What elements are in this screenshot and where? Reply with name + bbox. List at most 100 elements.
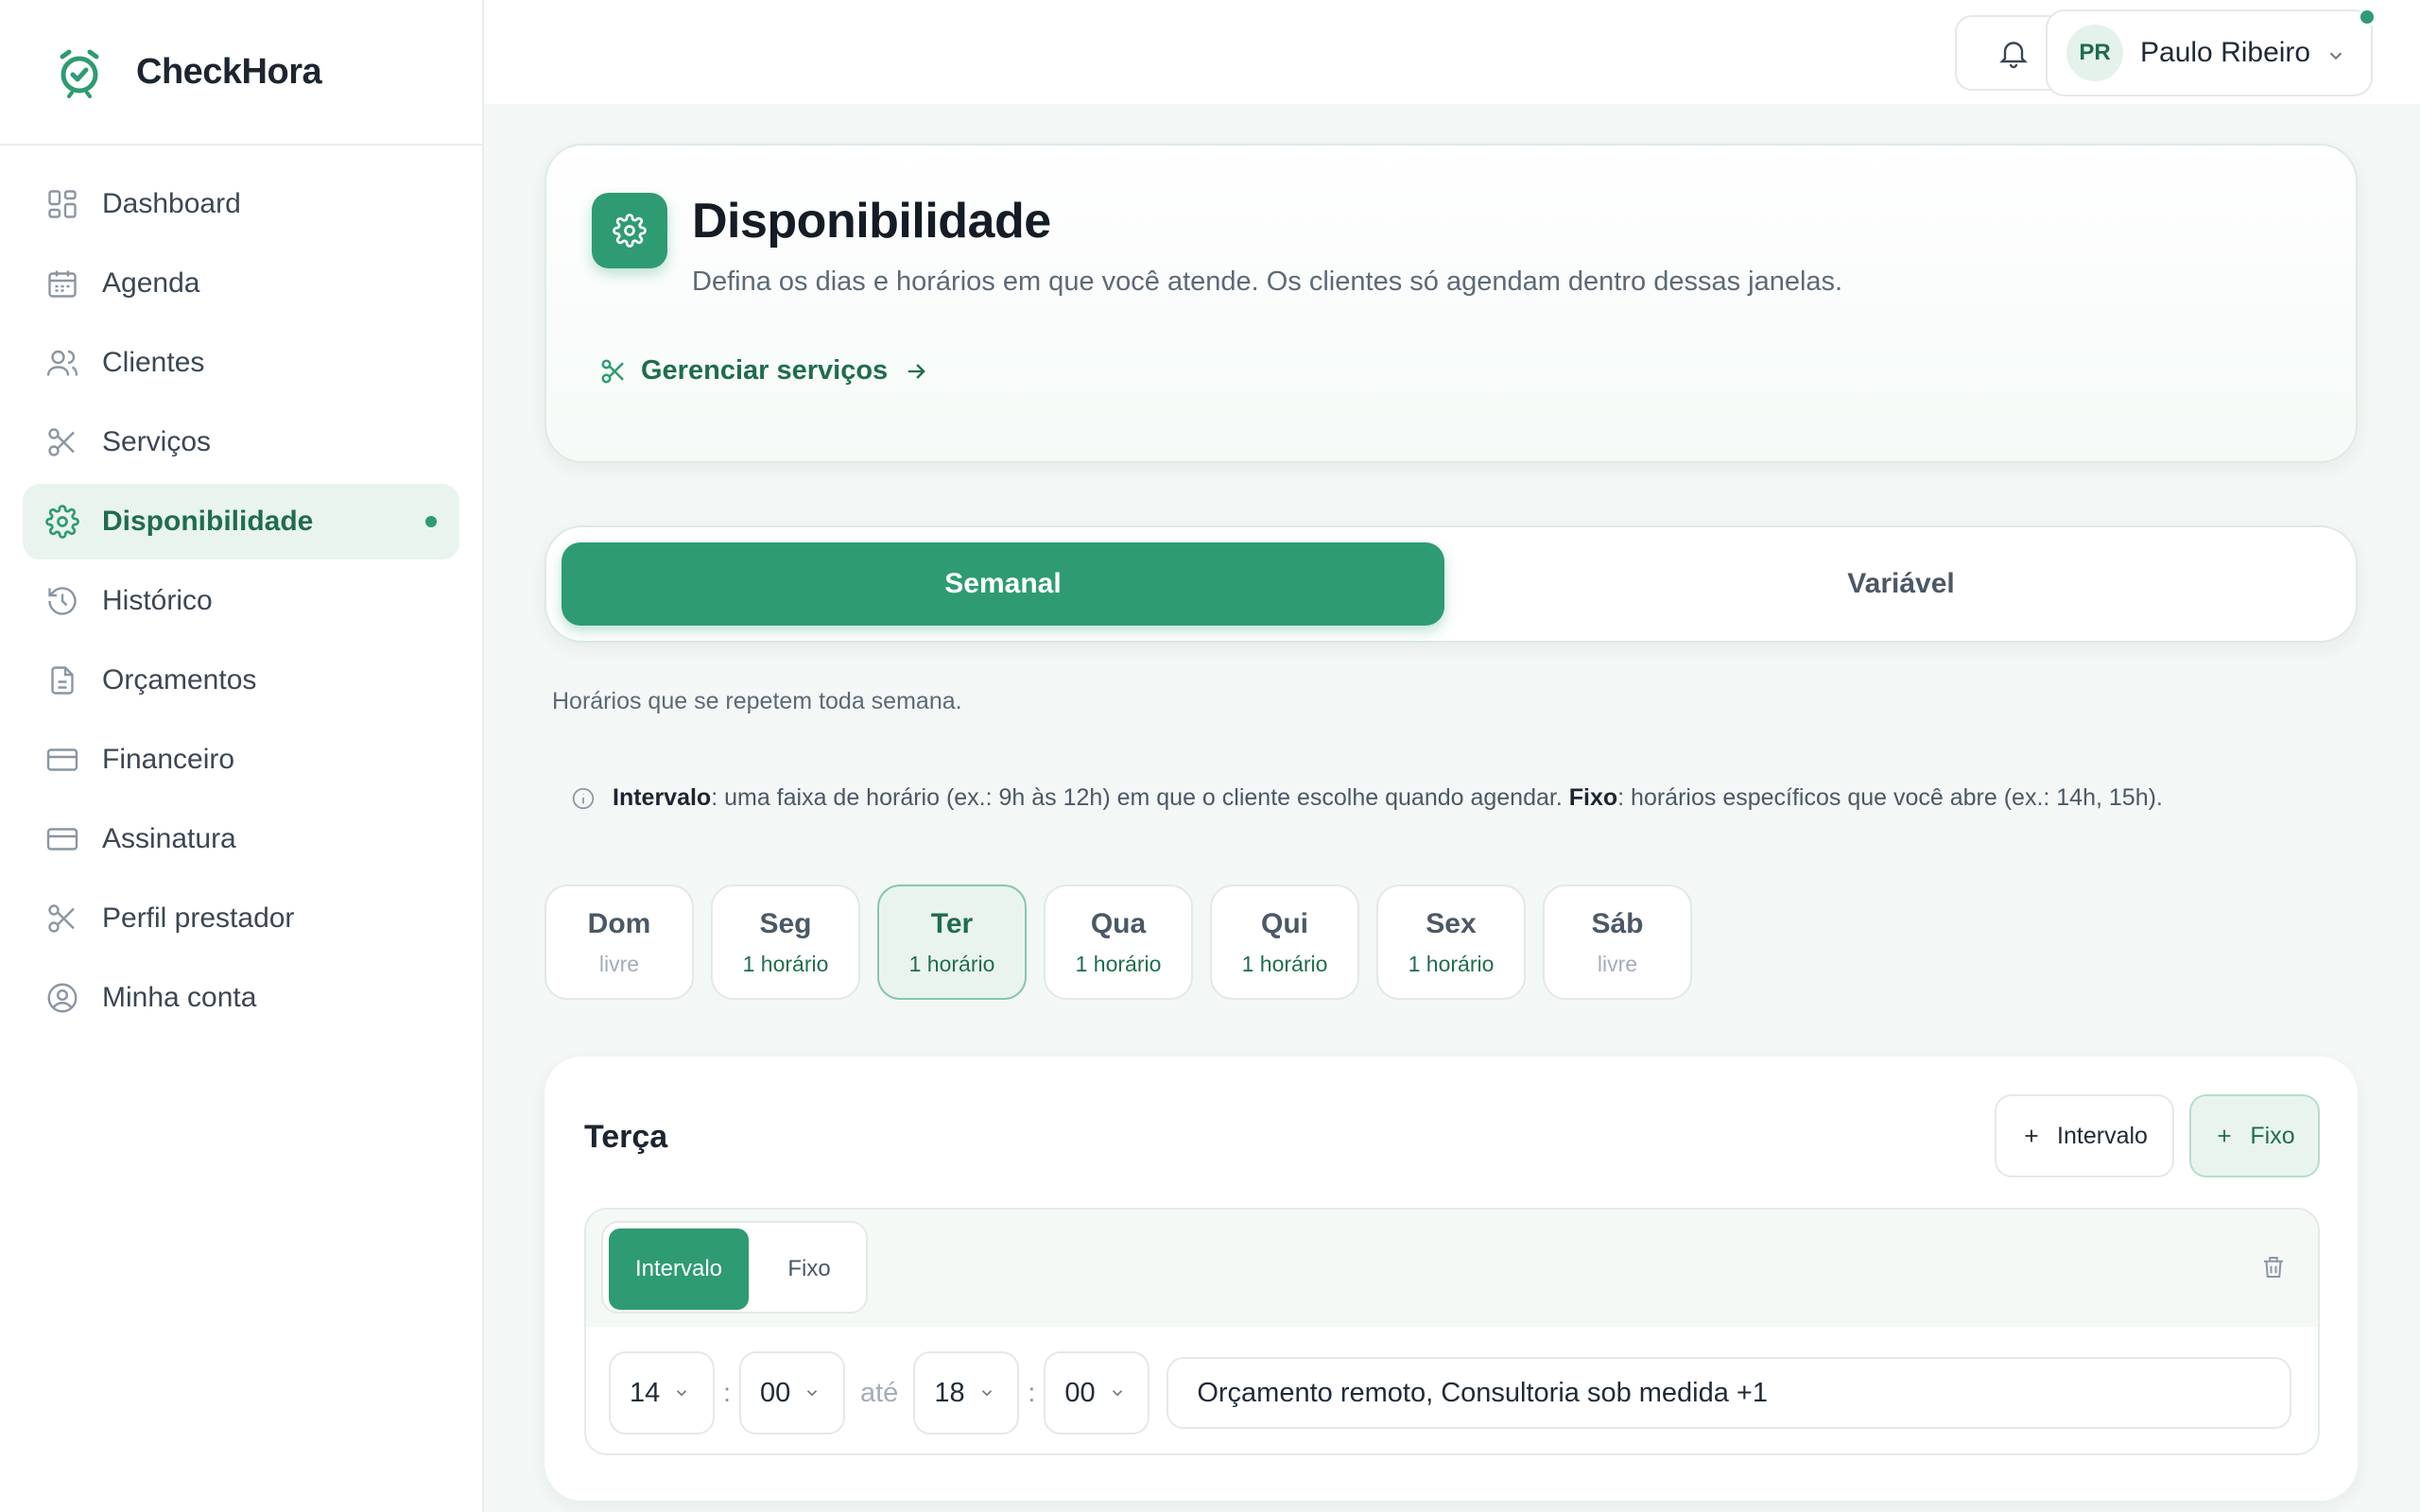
sidebar-item-label: Agenda [102, 267, 200, 299]
history-icon [45, 584, 79, 618]
time-slot-header: Intervalo Fixo [586, 1210, 2318, 1327]
sidebar-item-label: Histórico [102, 585, 213, 616]
users-icon [45, 346, 79, 380]
day-card-qui[interactable]: Qui 1 horário [1210, 885, 1359, 1000]
day-card-sex[interactable]: Sex 1 horário [1376, 885, 1526, 1000]
info-hint: Intervalo: uma faixa de horário (ex.: 9h… [571, 784, 2163, 812]
bell-icon [1996, 36, 2031, 70]
sidebar-item-historico[interactable]: Histórico [23, 563, 459, 639]
day-card-sab[interactable]: Sáb livre [1543, 885, 1692, 1000]
trash-icon[interactable] [2259, 1253, 2288, 1281]
day-status: 1 horário [1241, 951, 1328, 976]
sidebar-item-disponibilidade[interactable]: Disponibilidade [23, 484, 459, 559]
info-intervalo-text: : uma faixa de horário (ex.: 9h às 12h) … [711, 784, 1569, 811]
day-status: 1 horário [1075, 951, 1162, 976]
day-status: 1 horário [742, 951, 829, 976]
sidebar-item-label: Dashboard [102, 188, 241, 219]
range-separator: até [860, 1377, 899, 1408]
services-value: Orçamento remoto, Consultoria sob medida… [1197, 1377, 1768, 1408]
day-name: Dom [587, 907, 651, 939]
weekday-selector: Dom livre Seg 1 horário Ter 1 horário Qu… [544, 885, 1709, 1000]
end-hour-value: 18 [934, 1377, 965, 1408]
sidebar-item-financeiro[interactable]: Financeiro [23, 722, 459, 798]
end-minute-select[interactable]: 00 [1044, 1351, 1150, 1435]
sidebar-item-perfil-prestador[interactable]: Perfil prestador [23, 881, 459, 956]
sidebar-item-label: Financeiro [102, 744, 235, 775]
sidebar-item-label: Assinatura [102, 823, 236, 854]
chevron-down-icon [2325, 45, 2346, 66]
time-slot: Intervalo Fixo 14 : 00 até 18 : 00 Orçam… [584, 1208, 2320, 1455]
time-colon: : [723, 1378, 731, 1407]
tab-semanal[interactable]: Semanal [562, 542, 1444, 626]
user-menu-button[interactable]: PR Paulo Ribeiro [2046, 9, 2373, 96]
add-fixo-button[interactable]: Fixo [2189, 1094, 2320, 1177]
avatar: PR [2066, 25, 2123, 81]
credit-card-icon [45, 822, 79, 856]
page-description: Defina os dias e horários em que você at… [692, 266, 1843, 297]
grid-icon [45, 187, 79, 221]
day-card-seg[interactable]: Seg 1 horário [711, 885, 860, 1000]
sidebar-item-clientes[interactable]: Clientes [23, 325, 459, 401]
add-intervalo-button[interactable]: Intervalo [1995, 1094, 2174, 1177]
manage-services-link[interactable]: Gerenciar serviços [599, 355, 929, 387]
sidebar-item-label: Disponibilidade [102, 506, 314, 537]
sidebar-item-orcamentos[interactable]: Orçamentos [23, 643, 459, 718]
chevron-down-icon [790, 1384, 821, 1401]
sidebar-item-label: Serviços [102, 426, 212, 457]
day-name: Qui [1261, 907, 1308, 939]
user-circle-icon [45, 981, 79, 1015]
add-fixo-label: Fixo [2250, 1122, 2295, 1149]
weekly-note: Horários que se repetem toda semana. [552, 688, 962, 714]
time-range-row: 14 : 00 até 18 : 00 Orçamento remoto, Co… [609, 1351, 2292, 1435]
sidebar-item-servicos[interactable]: Serviços [23, 404, 459, 480]
slot-mode-toggle: Intervalo Fixo [601, 1221, 868, 1314]
mode-intervalo-button[interactable]: Intervalo [609, 1228, 749, 1310]
day-name: Sex [1426, 907, 1477, 939]
day-status: livre [598, 951, 640, 976]
info-intervalo-label: Intervalo [613, 784, 712, 811]
add-intervalo-label: Intervalo [2057, 1122, 2148, 1149]
day-card-qua[interactable]: Qua 1 horário [1044, 885, 1193, 1000]
start-minute-value: 00 [760, 1377, 791, 1408]
page-title: Disponibilidade [692, 194, 1051, 249]
day-name: Sáb [1591, 907, 1644, 939]
day-status: 1 horário [1408, 951, 1495, 976]
credit-card-icon [45, 743, 79, 777]
day-name: Qua [1090, 907, 1147, 939]
day-name: Seg [759, 907, 812, 939]
sidebar-item-dashboard[interactable]: Dashboard [23, 166, 459, 242]
day-card-ter[interactable]: Ter 1 horário [877, 885, 1027, 1000]
scissors-icon [45, 425, 79, 459]
tab-variavel[interactable]: Variável [1460, 542, 2342, 626]
info-fixo-label: Fixo [1568, 784, 1618, 811]
start-minute-select[interactable]: 00 [739, 1351, 845, 1435]
sidebar-item-assinatura[interactable]: Assinatura [23, 801, 459, 877]
chevron-down-icon [965, 1384, 995, 1401]
sidebar-item-minha-conta[interactable]: Minha conta [23, 960, 459, 1036]
schedule-type-toggle: Semanal Variável [544, 525, 2358, 643]
gear-icon [45, 505, 79, 539]
plus-icon [2021, 1125, 2057, 1146]
end-hour-select[interactable]: 18 [913, 1351, 1020, 1435]
sidebar: CheckHora Dashboard Agenda Clientes Serv… [0, 0, 484, 1512]
user-name: Paulo Ribeiro [2140, 37, 2311, 68]
chevron-down-icon [660, 1384, 690, 1401]
mode-fixo-button[interactable]: Fixo [756, 1228, 862, 1310]
plus-icon [2214, 1125, 2250, 1146]
alarm-clock-check-icon [53, 45, 106, 98]
start-hour-select[interactable]: 14 [609, 1351, 715, 1435]
sidebar-item-label: Perfil prestador [102, 902, 295, 934]
sidebar-item-label: Clientes [102, 347, 205, 378]
day-card-dom[interactable]: Dom livre [544, 885, 694, 1000]
start-hour-value: 14 [630, 1377, 661, 1408]
active-indicator-dot [425, 516, 437, 527]
sidebar-item-label: Orçamentos [102, 664, 257, 696]
sidebar-nav: Dashboard Agenda Clientes Serviços Dispo… [0, 146, 482, 1060]
brand[interactable]: CheckHora [0, 0, 482, 146]
services-select[interactable]: Orçamento remoto, Consultoria sob medida… [1167, 1357, 2292, 1429]
info-text: Intervalo: uma faixa de horário (ex.: 9h… [613, 784, 2163, 812]
arrow-right-icon [903, 358, 929, 385]
day-detail-card: Terça Intervalo Fixo Intervalo Fixo 14:… [544, 1057, 2358, 1501]
online-status-dot [2358, 8, 2377, 26]
sidebar-item-agenda[interactable]: Agenda [23, 246, 459, 321]
